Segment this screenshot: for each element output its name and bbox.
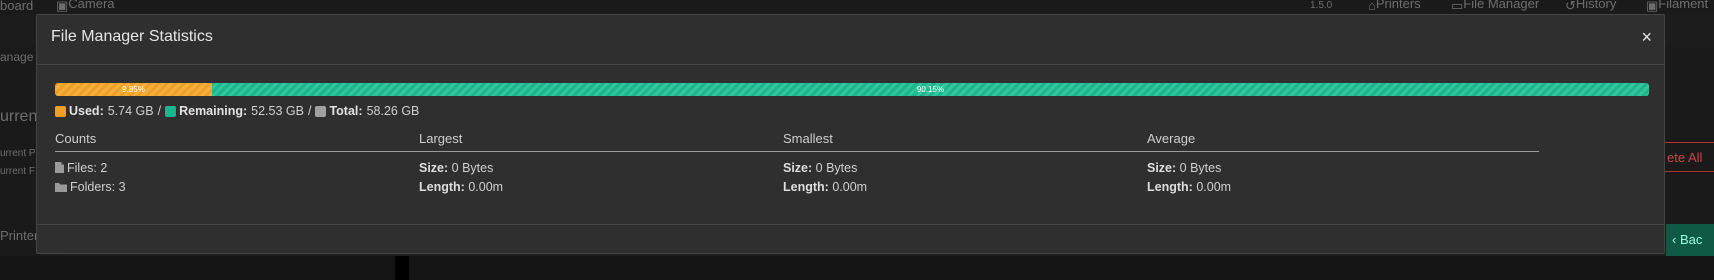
total-value: 58.26 GB [366,104,420,118]
files-label: Files: [67,161,97,175]
modal-body: 9.85% 90.15% Used: 5.74 GB / Remaining: … [37,65,1664,239]
folders-count-row: Folders: 3 [55,178,447,197]
smallest-size-row: Size: 0 Bytes [783,159,1175,178]
files-count-row: Files: 2 [55,159,447,178]
average-column: Average Size: 0 Bytes Length: 0.00m [1147,131,1539,197]
largest-length-row: Length: 0.00m [419,178,811,197]
back-button: ‹ Bac [1666,224,1714,256]
nav-item-history: ↺ History [1565,0,1616,14]
largest-size-label: Size: [419,161,449,175]
largest-size-row: Size: 0 Bytes [419,159,811,178]
smallest-title: Smallest [783,131,1175,152]
storage-progress-bar: 9.85% 90.15% [55,83,1649,96]
largest-size-value: 0 Bytes [451,161,494,175]
modal-title: File Manager Statistics [51,28,213,45]
background-footer [0,256,1714,280]
total-label: Total: [329,104,363,118]
file-icon [55,162,64,173]
largest-title: Largest [419,131,811,152]
nav-item-dashboard: board [0,0,34,13]
background-text-current: urren [0,108,38,125]
nav-item-camera: ▣ Camera [56,0,115,14]
background-text-current-p: urrent P [0,148,36,159]
nav-item-printers-label: Printers [1375,0,1421,11]
remaining-label: Remaining: [179,104,248,118]
largest-length-label: Length: [419,180,465,194]
average-length-row: Length: 0.00m [1147,178,1539,197]
average-length-label: Length: [1147,180,1193,194]
legend-separator: / [157,104,162,118]
files-value: 2 [100,161,108,175]
largest-column: Largest Size: 0 Bytes Length: 0.00m [419,131,811,197]
delete-all-button: ete All [1662,142,1714,172]
nav-item-camera-label: Camera [68,0,115,11]
storage-remaining-segment: 90.15% [212,83,1649,96]
nav-item-filament: ▣ Filament [1646,0,1708,14]
close-button[interactable]: × [1641,27,1652,47]
file-manager-statistics-modal: File Manager Statistics × 9.85% 90.15% U… [36,14,1665,254]
nav-item-printers: ⌂ Printers [1368,0,1421,13]
used-value: 5.74 GB [107,104,154,118]
smallest-length-row: Length: 0.00m [783,178,1175,197]
average-size-label: Size: [1147,161,1177,175]
average-title: Average [1147,131,1539,152]
average-size-row: Size: 0 Bytes [1147,159,1539,178]
background-text-current-f: urrent F [0,166,36,177]
counts-title: Counts [55,131,447,152]
modal-footer-divider [37,224,1664,225]
storage-legend: Used: 5.74 GB / Remaining: 52.53 GB / To… [55,104,419,118]
total-swatch-icon [315,105,327,117]
background-navbar: board ▣ Camera 1.5.0 ⌂ Printers ▭ File M… [0,0,1714,14]
smallest-length-value: 0.00m [832,180,868,194]
background-footer-stub [395,256,409,280]
storage-used-segment: 9.85% [55,83,212,96]
back-button-label: Bac [1679,232,1703,247]
smallest-size-value: 0 Bytes [815,161,858,175]
smallest-column: Smallest Size: 0 Bytes Length: 0.00m [783,131,1175,197]
average-length-value: 0.00m [1196,180,1232,194]
nav-item-file-manager: ▭ File Manager [1451,0,1539,14]
modal-header: File Manager Statistics × [37,15,1664,65]
smallest-size-label: Size: [783,161,813,175]
background-text-printer: Printer [0,228,39,243]
background-text-manage: anage [0,50,34,64]
smallest-length-label: Length: [783,180,829,194]
used-swatch-icon [55,105,66,117]
average-size-value: 0 Bytes [1179,161,1222,175]
used-label: Used: [69,104,104,118]
remaining-value: 52.53 GB [251,104,304,118]
legend-separator: / [307,104,312,118]
remaining-swatch-icon [165,105,177,117]
folder-icon [55,183,67,192]
nav-item-history-label: History [1575,0,1617,11]
version-label: 1.5.0 [1310,0,1333,11]
largest-length-value: 0.00m [468,180,504,194]
nav-item-file-manager-label: File Manager [1463,0,1540,11]
folders-value: 3 [118,180,126,194]
nav-item-filament-label: Filament [1658,0,1709,11]
counts-column: Counts Files: 2 Folders: 3 [55,131,447,197]
folders-label: Folders: [70,180,116,194]
